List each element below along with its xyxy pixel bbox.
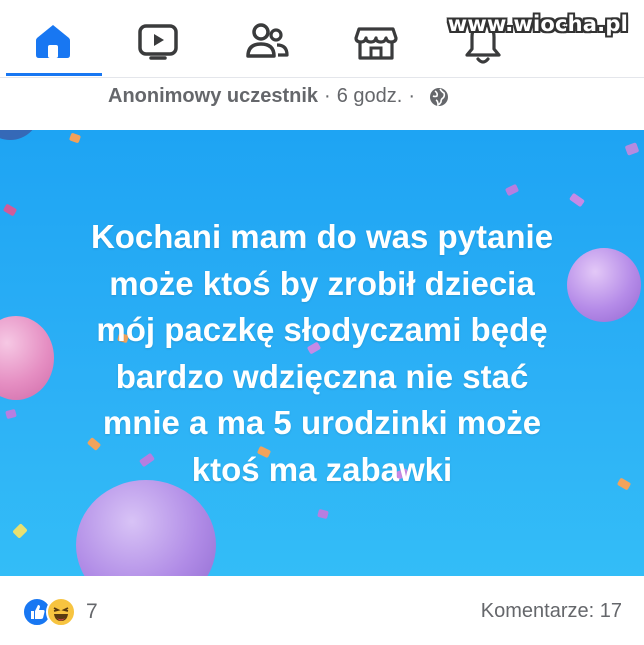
post-meta: Anonimowy uczestnik · 6 godz. · <box>108 85 449 108</box>
post-header: Anonimowy uczestnik · 6 godz. · <box>0 78 644 130</box>
meta-separator: · <box>324 85 331 107</box>
post-text-line: mój paczkę słodyczami będę <box>96 311 548 348</box>
people-icon <box>246 23 289 58</box>
post-time[interactable]: 6 godz. <box>337 85 403 108</box>
top-navigation: www.wiocha.pl <box>0 0 644 80</box>
reactions-summary[interactable] <box>22 597 84 629</box>
decorative-balloon <box>0 130 40 140</box>
confetti <box>568 192 586 208</box>
post-text-line: bardzo wdzięczna nie stać <box>115 357 529 395</box>
watermark: www.wiocha.pl <box>447 12 628 36</box>
post-text-line: mnie a ma 5 urodzinki może <box>102 404 542 441</box>
video-icon <box>138 24 178 60</box>
marketplace-icon <box>354 27 398 60</box>
confetti <box>504 183 520 197</box>
nav-groups[interactable] <box>222 10 312 72</box>
confetti <box>68 132 82 144</box>
confetti <box>317 508 329 520</box>
home-icon <box>36 25 70 58</box>
confetti <box>624 142 640 156</box>
post-text-line: ktoś ma zabawki <box>191 450 453 488</box>
confetti <box>2 203 18 217</box>
post-footer: 7 Komentarze: 17 <box>0 576 644 645</box>
post-text-line: może ktoś by zrobił dziecia <box>109 264 535 302</box>
post-author[interactable]: Anonimowy uczestnik <box>108 85 318 108</box>
nav-watch[interactable] <box>113 10 203 72</box>
nav-marketplace[interactable] <box>331 10 421 72</box>
decorative-balloon <box>76 480 216 576</box>
confetti <box>12 523 28 539</box>
comments-count[interactable]: Komentarze: 17 <box>481 600 622 623</box>
nav-active-indicator <box>6 73 102 76</box>
meta-separator: · <box>408 85 415 107</box>
reaction-count[interactable]: 7 <box>86 600 98 624</box>
haha-icon <box>46 597 76 627</box>
post-text-line: Kochani mam do was pytanie <box>90 218 554 255</box>
post-content-card: Kochani mam do was pytanie może ktoś by … <box>0 130 644 576</box>
confetti <box>616 477 632 491</box>
nav-home[interactable] <box>8 10 98 72</box>
confetti <box>5 408 17 420</box>
globe-icon <box>429 87 448 106</box>
post-text: Kochani mam do was pytanie może ktoś by … <box>30 214 614 493</box>
